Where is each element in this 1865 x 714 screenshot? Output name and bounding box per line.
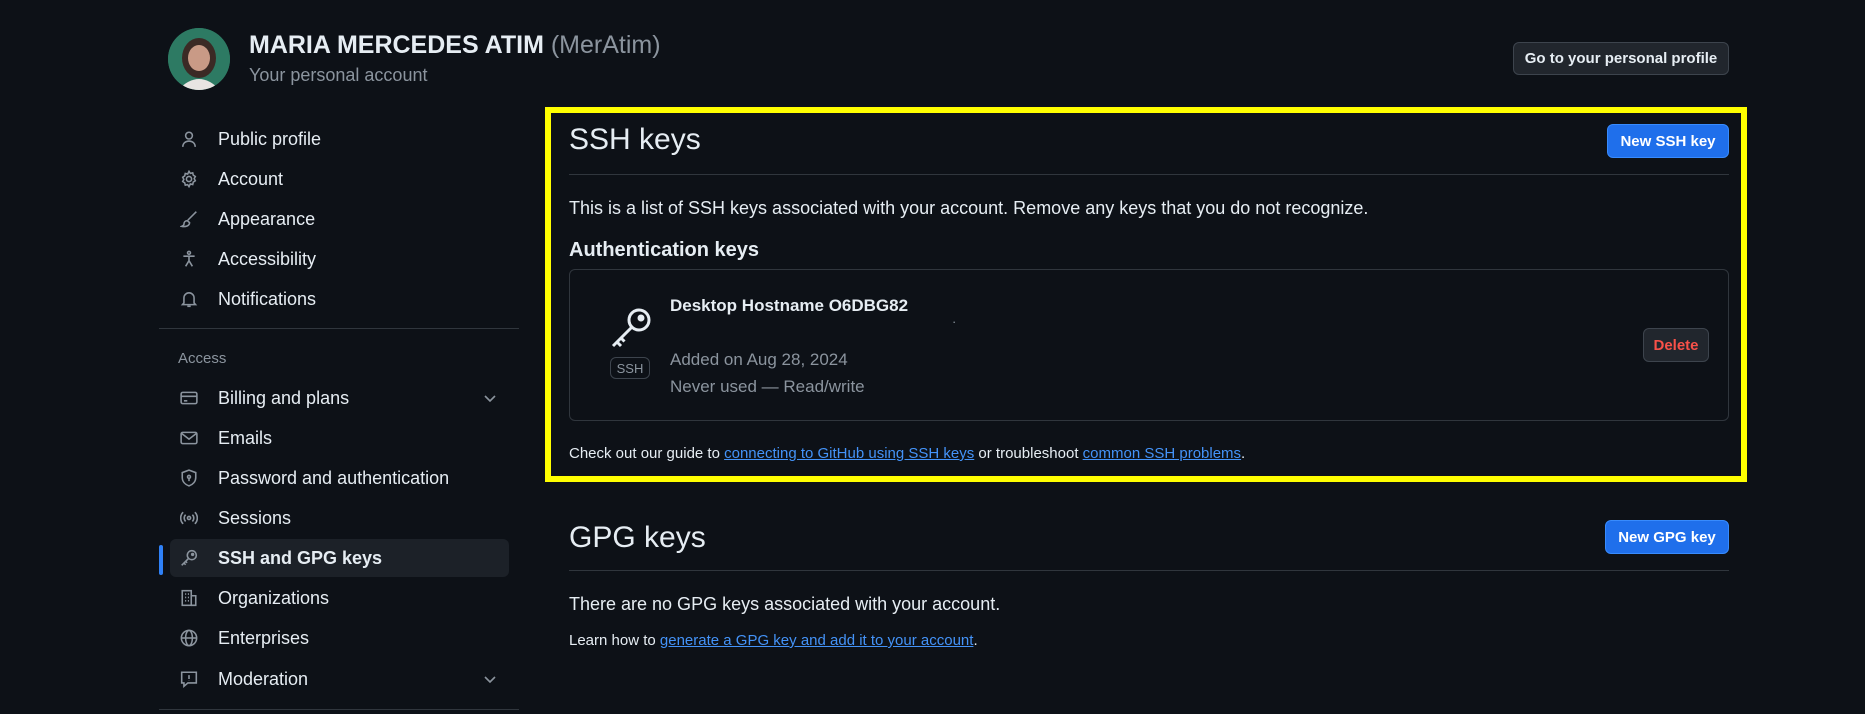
section-divider bbox=[569, 570, 1729, 571]
ssh-key-item: SSH Desktop Hostname O6DBG82 · Added on … bbox=[569, 269, 1729, 421]
organization-icon bbox=[180, 589, 198, 607]
ssh-guide-text: Check out our guide to connecting to Git… bbox=[569, 445, 1245, 462]
sidebar-item-label: Accessibility bbox=[218, 248, 317, 269]
guide-prefix: Check out our guide to bbox=[569, 445, 725, 462]
new-gpg-key-button[interactable]: New GPG key bbox=[1605, 520, 1729, 554]
sidebar-item-label: Sessions bbox=[218, 507, 292, 528]
ssh-problems-link[interactable]: common SSH problems bbox=[1083, 445, 1241, 462]
guide-middle: or troubleshoot bbox=[974, 445, 1083, 462]
sidebar-item-public-profile[interactable]: Public profile bbox=[170, 120, 510, 158]
new-ssh-key-button[interactable]: New SSH key bbox=[1607, 124, 1729, 158]
sidebar-item-organizations[interactable]: Organizations bbox=[170, 579, 510, 617]
delete-key-button[interactable]: Delete bbox=[1643, 328, 1709, 362]
sidebar-item-sessions[interactable]: Sessions bbox=[170, 499, 510, 537]
report-icon bbox=[180, 670, 198, 688]
paintbrush-icon bbox=[180, 210, 198, 228]
sidebar-item-notifications[interactable]: Notifications bbox=[170, 280, 510, 318]
key-fingerprint: · bbox=[952, 314, 957, 329]
settings-page: MARIA MERCEDES ATIM (MerAtim) Your perso… bbox=[0, 0, 1865, 714]
credit-card-icon bbox=[180, 389, 198, 407]
sidebar-item-label: SSH and GPG keys bbox=[218, 547, 383, 568]
key-type-badge: SSH bbox=[610, 357, 650, 379]
key-icon bbox=[180, 549, 198, 567]
key-added-date: Added on Aug 28, 2024 bbox=[670, 350, 848, 369]
sidebar-item-label: Password and authentication bbox=[218, 467, 450, 488]
sidebar-item-label: Billing and plans bbox=[218, 387, 350, 408]
user-name: MARIA MERCEDES ATIM (MerAtim) bbox=[249, 31, 661, 60]
mail-icon bbox=[180, 429, 198, 447]
broadcast-icon bbox=[180, 509, 198, 527]
sidebar-item-accessibility[interactable]: Accessibility bbox=[170, 240, 510, 278]
person-icon bbox=[180, 130, 198, 148]
sidebar-divider bbox=[159, 328, 519, 329]
sidebar-item-ssh-gpg-keys[interactable]: SSH and GPG keys bbox=[170, 539, 509, 577]
sidebar-item-label: Organizations bbox=[218, 587, 330, 608]
ssh-guide-link[interactable]: connecting to GitHub using SSH keys bbox=[724, 445, 974, 462]
guide-suffix: . bbox=[1241, 445, 1246, 462]
gpg-learn-text: Learn how to generate a GPG key and add … bbox=[569, 632, 978, 649]
sidebar-divider bbox=[159, 709, 519, 710]
learn-suffix: . bbox=[973, 632, 978, 649]
sidebar-item-emails[interactable]: Emails bbox=[170, 419, 510, 457]
user-handle: (MerAtim) bbox=[550, 31, 661, 59]
account-subtitle: Your personal account bbox=[249, 65, 428, 85]
sidebar-item-label: Account bbox=[218, 168, 284, 189]
sidebar-item-password[interactable]: Password and authentication bbox=[170, 459, 510, 497]
access-section-label: Access bbox=[178, 350, 227, 367]
sidebar-item-label: Enterprises bbox=[218, 627, 310, 648]
sidebar-item-account[interactable]: Account bbox=[170, 160, 510, 198]
sidebar-item-label: Emails bbox=[218, 427, 273, 448]
ssh-description: This is a list of SSH keys associated wi… bbox=[569, 198, 1369, 218]
sidebar-item-label: Notifications bbox=[218, 288, 317, 309]
authentication-keys-heading: Authentication keys bbox=[569, 239, 760, 261]
avatar[interactable] bbox=[168, 28, 230, 90]
shield-icon bbox=[180, 469, 198, 487]
sidebar-item-label: Moderation bbox=[218, 668, 309, 689]
key-icon bbox=[611, 308, 651, 348]
sidebar-item-billing[interactable]: Billing and plans bbox=[170, 379, 510, 417]
section-divider bbox=[569, 174, 1729, 175]
sidebar-item-moderation[interactable]: Moderation bbox=[170, 660, 510, 698]
chevron-down-icon[interactable] bbox=[482, 671, 498, 687]
user-full-name: MARIA MERCEDES ATIM bbox=[249, 31, 544, 59]
globe-icon bbox=[180, 629, 198, 647]
ssh-keys-title: SSH keys bbox=[569, 123, 701, 156]
chevron-down-icon[interactable] bbox=[482, 390, 498, 406]
accessibility-icon bbox=[180, 250, 198, 268]
sidebar-item-label: Appearance bbox=[218, 208, 316, 229]
key-usage: Never used — Read/write bbox=[670, 377, 865, 396]
bell-icon bbox=[180, 290, 198, 308]
gpg-keys-title: GPG keys bbox=[569, 521, 706, 554]
sidebar-item-label: Public profile bbox=[218, 128, 322, 149]
go-to-profile-button[interactable]: Go to your personal profile bbox=[1513, 42, 1729, 75]
sidebar-item-appearance[interactable]: Appearance bbox=[170, 200, 510, 238]
active-indicator bbox=[159, 545, 163, 575]
sidebar-item-enterprises[interactable]: Enterprises bbox=[170, 619, 510, 657]
gpg-empty-text: There are no GPG keys associated with yo… bbox=[569, 594, 1001, 614]
key-name: Desktop Hostname O6DBG82 bbox=[670, 296, 909, 315]
gpg-guide-link[interactable]: generate a GPG key and add it to your ac… bbox=[660, 632, 974, 649]
gear-icon bbox=[180, 170, 198, 188]
learn-prefix: Learn how to bbox=[569, 632, 660, 649]
